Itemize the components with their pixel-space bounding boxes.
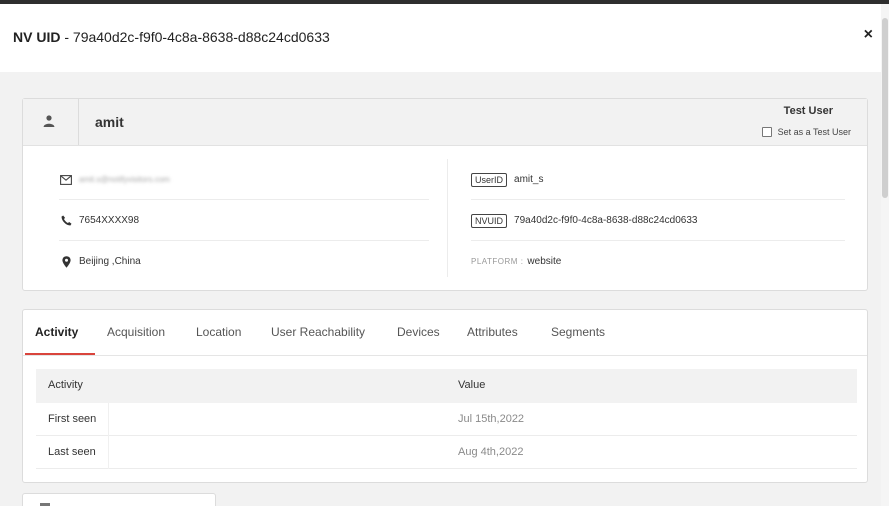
user-icon <box>43 115 55 127</box>
profile-name: amit <box>95 114 124 130</box>
activity-table: Activity Value First seen Jul 15th,2022 … <box>36 369 857 469</box>
column-header-value: Value <box>458 379 486 391</box>
row-label: First seen <box>48 413 97 425</box>
scrollbar[interactable] <box>881 4 889 506</box>
column-header-activity: Activity <box>48 379 83 391</box>
cell-divider <box>108 436 109 469</box>
profile-card: amit Test User Set as a Test User amit.s… <box>22 98 868 291</box>
test-user-checkbox[interactable]: Set as a Test User <box>761 127 851 137</box>
avatar <box>23 99 79 145</box>
close-icon[interactable]: × <box>864 26 873 44</box>
table-header-row: Activity Value <box>36 369 857 403</box>
row-value: Aug 4th,2022 <box>458 446 524 458</box>
envelope-icon <box>59 173 73 187</box>
title-prefix: NV UID <box>13 29 61 45</box>
tab-activity[interactable]: Activity <box>35 325 78 339</box>
location-value: Beijing ,China <box>79 256 141 267</box>
checkbox-box[interactable] <box>761 127 772 137</box>
platform-value: website <box>527 256 562 267</box>
profile-header: amit Test User Set as a Test User <box>23 99 867 146</box>
platform-row: PLATFORM : website <box>471 241 845 282</box>
table-row: First seen Jul 15th,2022 <box>36 403 857 436</box>
tab-bar: Activity Acquisition Location User Reach… <box>23 310 867 356</box>
modal-header: NV UID - 79a40d2c-f9f0-4c8a-8638-d88c24c… <box>0 4 881 72</box>
map-pin-icon <box>59 255 73 269</box>
scrollbar-thumb[interactable] <box>882 18 888 198</box>
cell-divider <box>108 403 109 436</box>
userid-row: UserID amit_s <box>471 159 845 200</box>
tab-devices[interactable]: Devices <box>397 325 440 339</box>
phone-value: 7654XXXX98 <box>79 215 140 226</box>
partial-card <box>22 493 216 506</box>
activity-card: Activity Acquisition Location User Reach… <box>22 309 868 483</box>
modal-title: NV UID - 79a40d2c-f9f0-4c8a-8638-d88c24c… <box>13 29 330 45</box>
tab-location[interactable]: Location <box>196 325 241 339</box>
location-row: Beijing ,China <box>59 241 439 282</box>
title-separator: - <box>60 29 73 45</box>
table-row: Last seen Aug 4th,2022 <box>36 436 857 469</box>
email-row: amit.s@notifyvisitors.com <box>59 159 439 200</box>
email-value: amit.s@notifyvisitors.com <box>79 175 170 184</box>
test-user-title: Test User <box>783 105 833 117</box>
phone-row: 7654XXXX98 <box>59 200 439 241</box>
nvuid-tag: NVUID <box>471 213 508 228</box>
column-divider <box>447 159 448 277</box>
tab-segments[interactable]: Segments <box>551 325 605 339</box>
tab-acquisition[interactable]: Acquisition <box>107 325 165 339</box>
nvuid-value: 79a40d2c-f9f0-4c8a-8638-d88c24cd0633 <box>514 215 698 226</box>
userid-value: amit_s <box>514 174 544 185</box>
userid-tag: UserID <box>471 172 508 187</box>
row-label: Last seen <box>48 446 96 458</box>
phone-icon <box>59 214 73 228</box>
title-nv-uid: 79a40d2c-f9f0-4c8a-8638-d88c24cd0633 <box>72 29 330 45</box>
platform-label: PLATFORM : <box>471 257 524 266</box>
tab-attributes[interactable]: Attributes <box>467 325 518 339</box>
active-tab-indicator <box>25 353 95 355</box>
tab-user-reachability[interactable]: User Reachability <box>271 325 365 339</box>
row-value: Jul 15th,2022 <box>458 413 525 425</box>
test-user-checkbox-label: Set as a Test User <box>777 127 851 137</box>
nvuid-row: NVUID 79a40d2c-f9f0-4c8a-8638-d88c24cd06… <box>471 200 845 241</box>
